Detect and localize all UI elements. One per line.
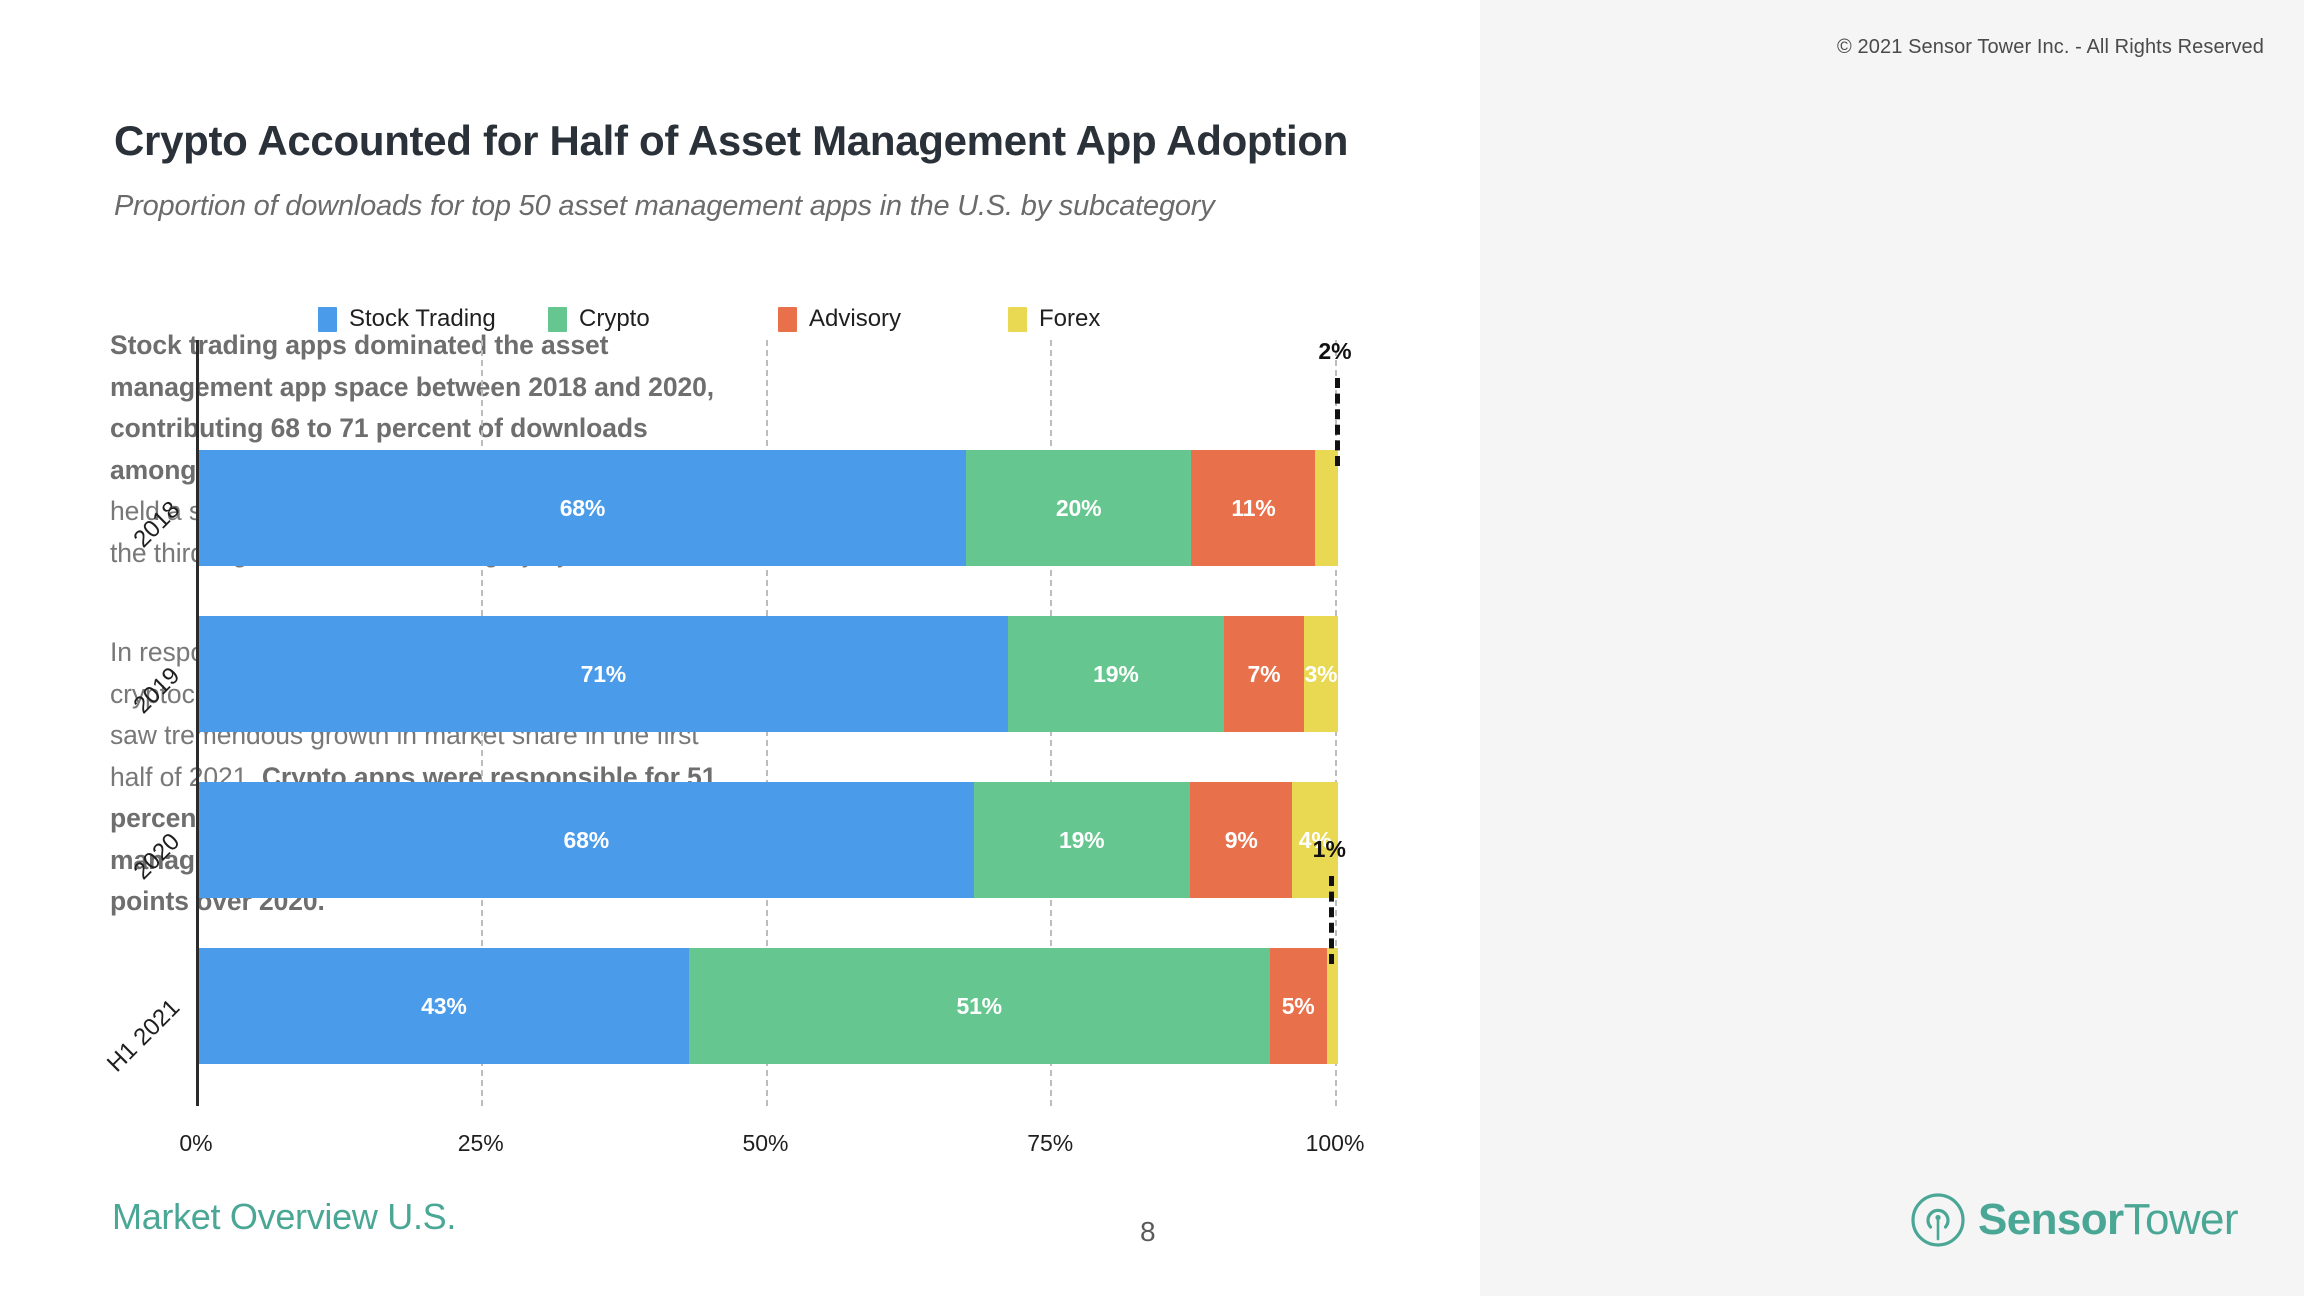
legend-label: Stock Trading — [349, 305, 496, 332]
legend-item-advisory[interactable]: Advisory — [778, 305, 1008, 333]
y-axis-label-2020: 2020 — [128, 828, 186, 885]
bar-segment-label: 71% — [580, 660, 627, 687]
legend-label: Advisory — [809, 305, 902, 332]
callout-leader-line — [1335, 378, 1340, 466]
bar-segment-forex[interactable] — [1326, 948, 1338, 1064]
bar-segment-advisory[interactable]: 7% — [1224, 616, 1304, 732]
bar-segment-crypto[interactable]: 19% — [973, 782, 1190, 898]
bar-segment-label: 43% — [421, 992, 467, 1019]
slide: © 2021 Sensor Tower Inc. - All Rights Re… — [0, 0, 2304, 1296]
bar-segment-stock-trading[interactable]: 71% — [199, 616, 1008, 732]
bar-segment-label: 68% — [563, 826, 610, 853]
logo-name-bold: Sensor — [1978, 1195, 2124, 1244]
bar-segment-label: 20% — [1055, 494, 1102, 521]
stacked-bar-chart: Stock Trading Crypto Advisory Forex 68% 20% 1… — [0, 0, 1480, 1296]
bar-segment-label: 51% — [956, 992, 1002, 1019]
sensor-tower-logo: SensorTower — [1910, 1192, 2239, 1248]
legend-swatch-icon — [548, 306, 567, 332]
x-axis-tick-label: 0% — [179, 1130, 213, 1156]
x-axis-tick-label: 75% — [1027, 1130, 1074, 1156]
sensor-tower-antenna-icon — [1911, 1193, 1965, 1247]
y-axis-label-h1-2021: H1 2021 — [101, 994, 186, 1078]
bar-segment-crypto[interactable]: 51% — [688, 948, 1270, 1064]
bar-segment-forex[interactable]: 3% — [1303, 616, 1338, 732]
bar-segment-label: 7% — [1247, 660, 1281, 687]
bar-segment-stock-trading[interactable]: 68% — [199, 782, 974, 898]
x-axis-tick-label: 25% — [457, 1130, 504, 1156]
bar-segment-label: 9% — [1224, 826, 1258, 853]
chart-plot-area: 68% 20% 11% 2018 71% 19% 7% 3% 2019 68% 19% 9% 4% 202… — [102, 338, 1364, 1156]
callout-label: 1% — [1312, 836, 1346, 862]
commentary-panel — [1480, 0, 2304, 1296]
legend-item-forex[interactable]: Forex — [1008, 305, 1238, 333]
legend-label: Crypto — [579, 305, 650, 332]
bar-segment-label: 3% — [1304, 660, 1338, 687]
bar-segment-label: 19% — [1059, 826, 1105, 853]
x-axis-tick-label: 100% — [1305, 1130, 1365, 1156]
chart-legend: Stock Trading Crypto Advisory Forex — [318, 305, 1238, 333]
bar-row[interactable]: 71% 19% 7% 3% — [199, 616, 1338, 732]
logo-name-regular: Tower — [2123, 1195, 2239, 1244]
bar-segment-label: 11% — [1231, 494, 1276, 521]
y-axis-label-2018: 2018 — [128, 496, 186, 553]
bar-segment-stock-trading[interactable]: 68% — [199, 450, 966, 566]
legend-swatch-icon — [778, 306, 797, 332]
bar-segment-stock-trading[interactable]: 43% — [199, 948, 689, 1064]
callout-leader-line — [1329, 876, 1335, 964]
legend-label: Forex — [1039, 305, 1101, 332]
legend-item-stock-trading[interactable]: Stock Trading — [318, 305, 548, 333]
bar-row[interactable]: 68% 19% 9% 4% — [199, 782, 1338, 898]
callout-label: 2% — [1318, 338, 1352, 364]
bar-segment-label: 68% — [559, 494, 606, 521]
bar-segment-advisory[interactable]: 5% — [1269, 948, 1327, 1064]
bar-segment-advisory[interactable]: 11% — [1191, 450, 1316, 566]
y-axis-label-2019: 2019 — [128, 662, 186, 719]
bar-segment-crypto[interactable]: 19% — [1007, 616, 1225, 732]
legend-swatch-icon — [318, 306, 337, 332]
bar-row[interactable]: 43% 51% 5% — [199, 948, 1338, 1064]
bar-segment-advisory[interactable]: 9% — [1189, 782, 1293, 898]
bar-segment-crypto[interactable]: 20% — [965, 450, 1192, 566]
x-axis-tick-label: 50% — [742, 1130, 789, 1156]
logo-wordmark: SensorTower — [1978, 1195, 2239, 1244]
bar-segment-label: 5% — [1281, 992, 1315, 1019]
copyright-notice: © 2021 Sensor Tower Inc. - All Rights Re… — [1837, 36, 2264, 58]
bar-segment-forex[interactable] — [1315, 450, 1339, 566]
bar-segment-label: 19% — [1093, 660, 1139, 687]
legend-swatch-icon — [1008, 306, 1027, 332]
legend-item-crypto[interactable]: Crypto — [548, 305, 778, 333]
bar-row[interactable]: 68% 20% 11% — [199, 450, 1339, 566]
